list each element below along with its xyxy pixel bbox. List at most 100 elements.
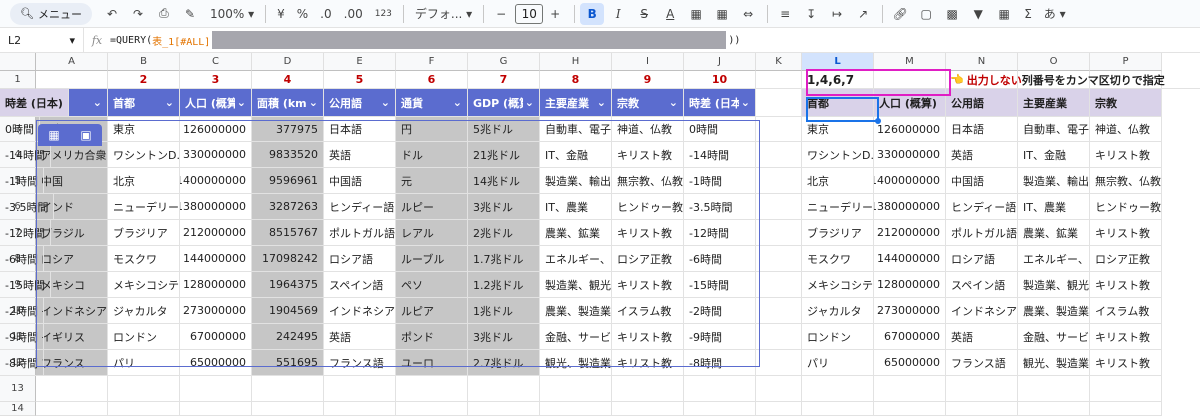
grid-cell[interactable]	[946, 402, 1018, 416]
table-cell[interactable]: 3兆ドル	[468, 324, 540, 350]
table-cell[interactable]: 126000000	[180, 117, 252, 142]
result-cell[interactable]: 日本語	[946, 117, 1018, 142]
result-cell[interactable]: 無宗教、仏教	[1090, 168, 1162, 194]
grid-cell[interactable]	[684, 376, 756, 402]
table-cell[interactable]: 0時間	[684, 117, 756, 142]
grid-cell[interactable]	[756, 246, 802, 272]
result-cell[interactable]: インドネシア語	[946, 298, 1018, 324]
table-cell[interactable]: 1380000000	[180, 194, 252, 220]
table-cell[interactable]: -3.5時間	[684, 194, 756, 220]
vertical-align-icon[interactable]: ↧	[799, 3, 823, 25]
table-cell[interactable]: 1兆ドル	[468, 298, 540, 324]
result-cell[interactable]: 65000000	[874, 350, 946, 376]
table-cell[interactable]: キリスト教	[612, 272, 684, 298]
grid-cell[interactable]	[252, 402, 324, 416]
table-cell[interactable]: 1904569	[252, 298, 324, 324]
grid-cell[interactable]	[612, 376, 684, 402]
table-cell[interactable]: ジャカルタ	[108, 298, 180, 324]
grid-cell[interactable]	[36, 402, 108, 416]
column-header-d[interactable]: D	[252, 53, 324, 71]
table-cell[interactable]: フランス	[36, 350, 108, 376]
decimal-decrease-button[interactable]: .0	[314, 3, 337, 25]
table-cell[interactable]: 128000000	[180, 272, 252, 298]
result-cell[interactable]: ポルトガル語	[946, 220, 1018, 246]
result-cell[interactable]: 273000000	[874, 298, 946, 324]
currency-button[interactable]: ¥	[271, 3, 291, 25]
result-cell[interactable]: 67000000	[874, 324, 946, 350]
result-cell[interactable]: -3.5時間	[0, 194, 55, 220]
zoom-select[interactable]: 100% ▾	[204, 3, 260, 25]
result-cell[interactable]: -15時間	[0, 272, 51, 298]
table-header-cell[interactable]: 人口 (概算)⌄	[180, 89, 252, 117]
grid-cell[interactable]	[756, 194, 802, 220]
font-size-decrease-button[interactable]: −	[489, 3, 513, 25]
grid-cell[interactable]	[324, 402, 396, 416]
table-cell[interactable]: インドネシア語	[324, 298, 396, 324]
table-cell[interactable]: ヒンドゥー教	[612, 194, 684, 220]
table-cell[interactable]: ヒンディー語	[324, 194, 396, 220]
table-cell[interactable]: ワシントンD.C.	[108, 142, 180, 168]
table-cell[interactable]: 北京	[108, 168, 180, 194]
comment-icon[interactable]: ▢	[914, 3, 938, 25]
grid-cell[interactable]	[756, 350, 802, 376]
grid-cell[interactable]	[802, 376, 874, 402]
result-cell[interactable]: 製造業、輸出	[1018, 168, 1090, 194]
table-cell[interactable]: 1400000000	[180, 168, 252, 194]
table-cell[interactable]: ユーロ	[396, 350, 468, 376]
table-cell[interactable]: エネルギー、資源	[540, 246, 612, 272]
grid-cell[interactable]	[324, 376, 396, 402]
table-header-cell[interactable]: 時差 (日本)⌄	[684, 89, 756, 117]
font-select[interactable]: デフォ... ▾	[409, 3, 478, 25]
result-cell[interactable]: パリ	[802, 350, 874, 376]
result-cell[interactable]: 英語	[946, 324, 1018, 350]
table-cell[interactable]: ロンドン	[108, 324, 180, 350]
result-header-cell[interactable]: 主要産業	[1018, 89, 1090, 117]
result-cell[interactable]: ロンドン	[802, 324, 874, 350]
grid-cell[interactable]	[252, 376, 324, 402]
merge-cells-icon[interactable]: ⇔	[736, 3, 760, 25]
result-cell[interactable]: 金融、サービス	[1018, 324, 1090, 350]
table-cell[interactable]: 551695	[252, 350, 324, 376]
table-cell[interactable]: 21兆ドル	[468, 142, 540, 168]
table-cell[interactable]: メキシコシティ	[108, 272, 180, 298]
column-header-p[interactable]: P	[1090, 53, 1162, 71]
table-cell[interactable]: 1.7兆ドル	[468, 246, 540, 272]
table-cell[interactable]: -12時間	[684, 220, 756, 246]
column-header-b[interactable]: B	[108, 53, 180, 71]
formula-input[interactable]: =QUERY( 表_1[#ALL] ))	[110, 28, 740, 53]
result-cell[interactable]: 英語	[946, 142, 1018, 168]
table-cell[interactable]: ルピア	[396, 298, 468, 324]
grid-cell[interactable]	[684, 402, 756, 416]
table-cell[interactable]: ルーブル	[396, 246, 468, 272]
grid-cell[interactable]	[756, 89, 802, 117]
table-cell[interactable]: -1時間	[684, 168, 756, 194]
table-cell[interactable]: 自動車、電子機器	[540, 117, 612, 142]
functions-button[interactable]: Σ	[1018, 3, 1038, 25]
table-cell[interactable]: 144000000	[180, 246, 252, 272]
select-all-corner[interactable]	[0, 53, 36, 71]
result-cell[interactable]: ジャカルタ	[802, 298, 874, 324]
table-cell[interactable]: レアル	[396, 220, 468, 246]
result-cell[interactable]: キリスト教	[1090, 220, 1162, 246]
result-cell[interactable]: -12時間	[0, 220, 51, 246]
undo-icon[interactable]: ↶	[100, 3, 124, 25]
table-cell[interactable]: 日本語	[324, 117, 396, 142]
table-cell[interactable]: 英語	[324, 142, 396, 168]
result-cell[interactable]: ブラジリア	[802, 220, 874, 246]
table-cell[interactable]: 元	[396, 168, 468, 194]
result-cell[interactable]: 0時間	[0, 117, 40, 142]
table-cell[interactable]: キリスト教	[612, 324, 684, 350]
grid-cell[interactable]	[756, 272, 802, 298]
table-cell[interactable]: 242495	[252, 324, 324, 350]
borders-icon[interactable]: ▦	[710, 3, 734, 25]
table-cell[interactable]: スペイン語	[324, 272, 396, 298]
table-cell[interactable]: 67000000	[180, 324, 252, 350]
table-cell[interactable]: ペソ	[396, 272, 468, 298]
table-cell[interactable]: ニューデリー	[108, 194, 180, 220]
table-cell[interactable]: ロシア正教	[612, 246, 684, 272]
font-size-input[interactable]: 10	[515, 3, 544, 24]
result-cell[interactable]: ニューデリー	[802, 194, 874, 220]
result-cell[interactable]: 神道、仏教	[1090, 117, 1162, 142]
grid-cell[interactable]	[946, 376, 1018, 402]
table-cell[interactable]: IT、金融	[540, 142, 612, 168]
